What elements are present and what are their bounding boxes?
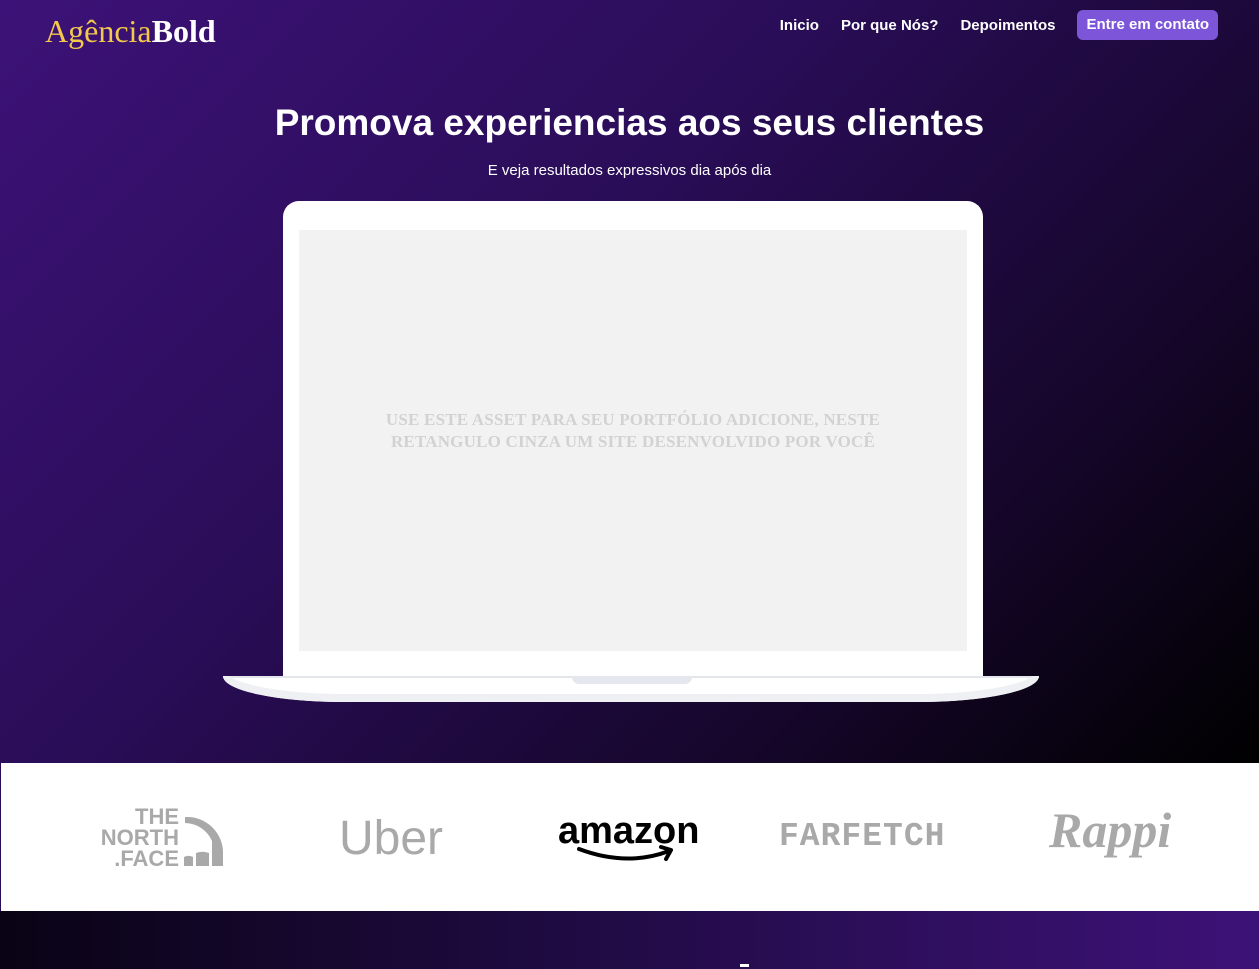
laptop-notch bbox=[572, 677, 692, 684]
next-section-band bbox=[0, 911, 1259, 969]
uber-logo: Uber bbox=[339, 812, 443, 861]
nav-link-inicio[interactable]: Inicio bbox=[780, 17, 819, 34]
brand-logo-part1: Agência bbox=[45, 13, 152, 49]
rappi-logo-text: Rappi bbox=[1048, 803, 1171, 858]
farfetch-logo-text: FARFETCH bbox=[779, 818, 945, 851]
main-nav: Inicio Por que Nós? Depoimentos Entre em… bbox=[758, 10, 1218, 40]
nav-link-por-que-nos[interactable]: Por que Nós? bbox=[841, 17, 939, 34]
contact-cta-button[interactable]: Entre em contato bbox=[1077, 10, 1218, 40]
farfetch-logo: FARFETCH bbox=[779, 818, 945, 851]
client-logos-strip: THE NORTH .FACE Uber amazon FARFETCH Rap… bbox=[0, 763, 1259, 911]
uber-logo-text: Uber bbox=[339, 812, 443, 861]
laptop-screen: USE ESTE ASSET PARA SEU PORTFÓLIO ADICIO… bbox=[299, 230, 967, 651]
amazon-logo: amazon bbox=[558, 810, 699, 861]
nav-link-depoimentos[interactable]: Depoimentos bbox=[960, 17, 1055, 34]
hero-subtitle: E veja resultados expressivos dia após d… bbox=[487, 162, 772, 179]
screen-placeholder-text: USE ESTE ASSET PARA SEU PORTFÓLIO ADICIO… bbox=[299, 409, 967, 453]
next-section-marker bbox=[740, 964, 749, 967]
hero-title: Promova experiencias aos seus clientes bbox=[274, 102, 985, 143]
rappi-logo: Rappi bbox=[1048, 803, 1171, 858]
amazon-logo-text: amazon bbox=[558, 810, 699, 852]
tnf-line3: .FACE bbox=[114, 846, 179, 869]
brand-logo-part2: Bold bbox=[151, 13, 216, 49]
screen-placeholder-line2: RETANGULO CINZA UM SITE DESENVOLVIDO POR… bbox=[390, 432, 876, 451]
hero-section: AgênciaBold Inicio Por que Nós? Depoimen… bbox=[0, 0, 1259, 763]
brand-logo[interactable]: AgênciaBold bbox=[45, 12, 216, 50]
screen-placeholder-line1: USE ESTE ASSET PARA SEU PORTFÓLIO ADICIO… bbox=[385, 410, 881, 429]
the-north-face-logo: THE NORTH .FACE bbox=[101, 804, 223, 869]
